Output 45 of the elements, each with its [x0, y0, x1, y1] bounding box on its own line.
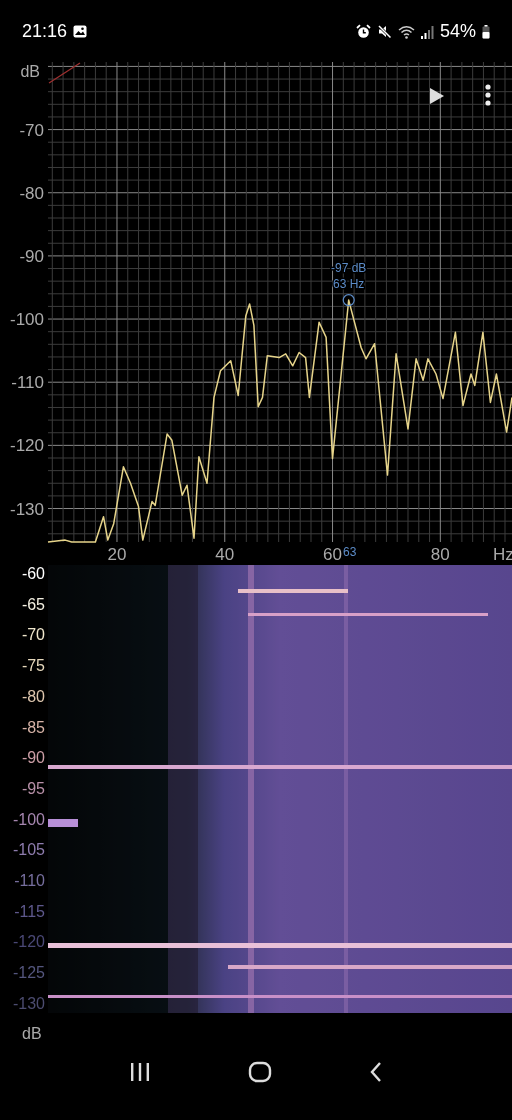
peak-label: 63 Hz: [333, 277, 365, 292]
level-scale-label: -95: [21, 779, 45, 798]
back-icon[interactable]: [369, 1061, 384, 1083]
battery-icon: [482, 24, 490, 39]
x-tick-label: 60: [323, 545, 342, 564]
cursor-frequency-label: 63: [343, 545, 357, 559]
more-options-icon[interactable]: [484, 84, 492, 106]
y-tick-label: -120: [9, 436, 44, 456]
level-scale-label: -80: [21, 687, 45, 706]
y-tick-label: -130: [9, 499, 44, 519]
level-scale-label: -60: [21, 565, 45, 583]
level-scale-label: -110: [14, 872, 45, 891]
wifi-icon: [397, 24, 415, 39]
level-scale-label: -75: [21, 657, 45, 676]
y-tick-label: -100: [9, 310, 44, 330]
level-scale-label: -105: [12, 841, 45, 860]
x-tick-label: 80: [430, 545, 450, 564]
y-tick-label: -110: [11, 373, 44, 393]
x-tick-label: 40: [215, 545, 235, 564]
picture-icon: [73, 25, 88, 38]
alarm-icon: [355, 24, 371, 39]
reference-line: [48, 62, 81, 84]
level-scale-label: -65: [21, 595, 45, 614]
y-tick-label: -90: [19, 246, 44, 266]
x-tick-label: 20: [107, 545, 127, 564]
recent-apps-icon[interactable]: [128, 1062, 151, 1082]
mute-icon: [376, 24, 392, 39]
level-scale-label: -85: [21, 718, 45, 737]
play-button[interactable]: [429, 87, 445, 105]
y-tick-label: -80: [19, 183, 44, 203]
level-scale-label: -130: [12, 994, 45, 1013]
level-scale-label: -90: [21, 749, 45, 768]
battery-percent: 54%: [439, 21, 476, 42]
signal-icon: [420, 24, 434, 39]
peak-marker: [342, 294, 355, 307]
y-axis-unit: dB: [20, 63, 40, 80]
level-unit-label: dB: [22, 1025, 42, 1043]
y-tick-label: -70: [19, 120, 44, 140]
level-scale-label: -125: [12, 964, 45, 983]
level-scale-label: -100: [12, 810, 45, 829]
level-scale-label: -115: [14, 902, 45, 921]
clock-time: 21:16: [22, 21, 68, 42]
level-scale-label: -70: [21, 626, 45, 645]
level-scale-label: -120: [12, 933, 45, 952]
home-icon[interactable]: [248, 1061, 272, 1083]
